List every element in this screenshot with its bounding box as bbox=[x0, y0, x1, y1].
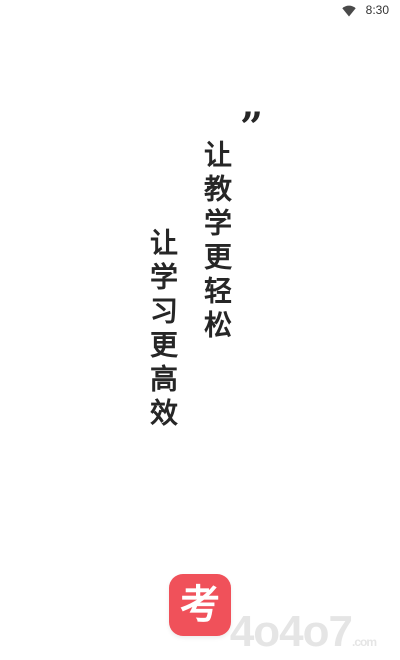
quote-mark: ” bbox=[240, 104, 264, 151]
wifi-icon bbox=[342, 5, 356, 17]
watermark-suffix: .com bbox=[351, 635, 377, 649]
app-logo: 考 bbox=[169, 574, 231, 636]
watermark-text: 4o4o7 bbox=[229, 607, 353, 656]
slogan-line-teaching: 让教学更轻松 bbox=[200, 140, 233, 344]
status-bar: 8:30 bbox=[0, 0, 400, 22]
watermark: 4o4o7.com bbox=[229, 607, 377, 656]
slogan-line-learning: 让学习更高效 bbox=[146, 228, 179, 432]
status-time: 8:30 bbox=[365, 3, 389, 17]
app-logo-glyph: 考 bbox=[180, 582, 220, 628]
